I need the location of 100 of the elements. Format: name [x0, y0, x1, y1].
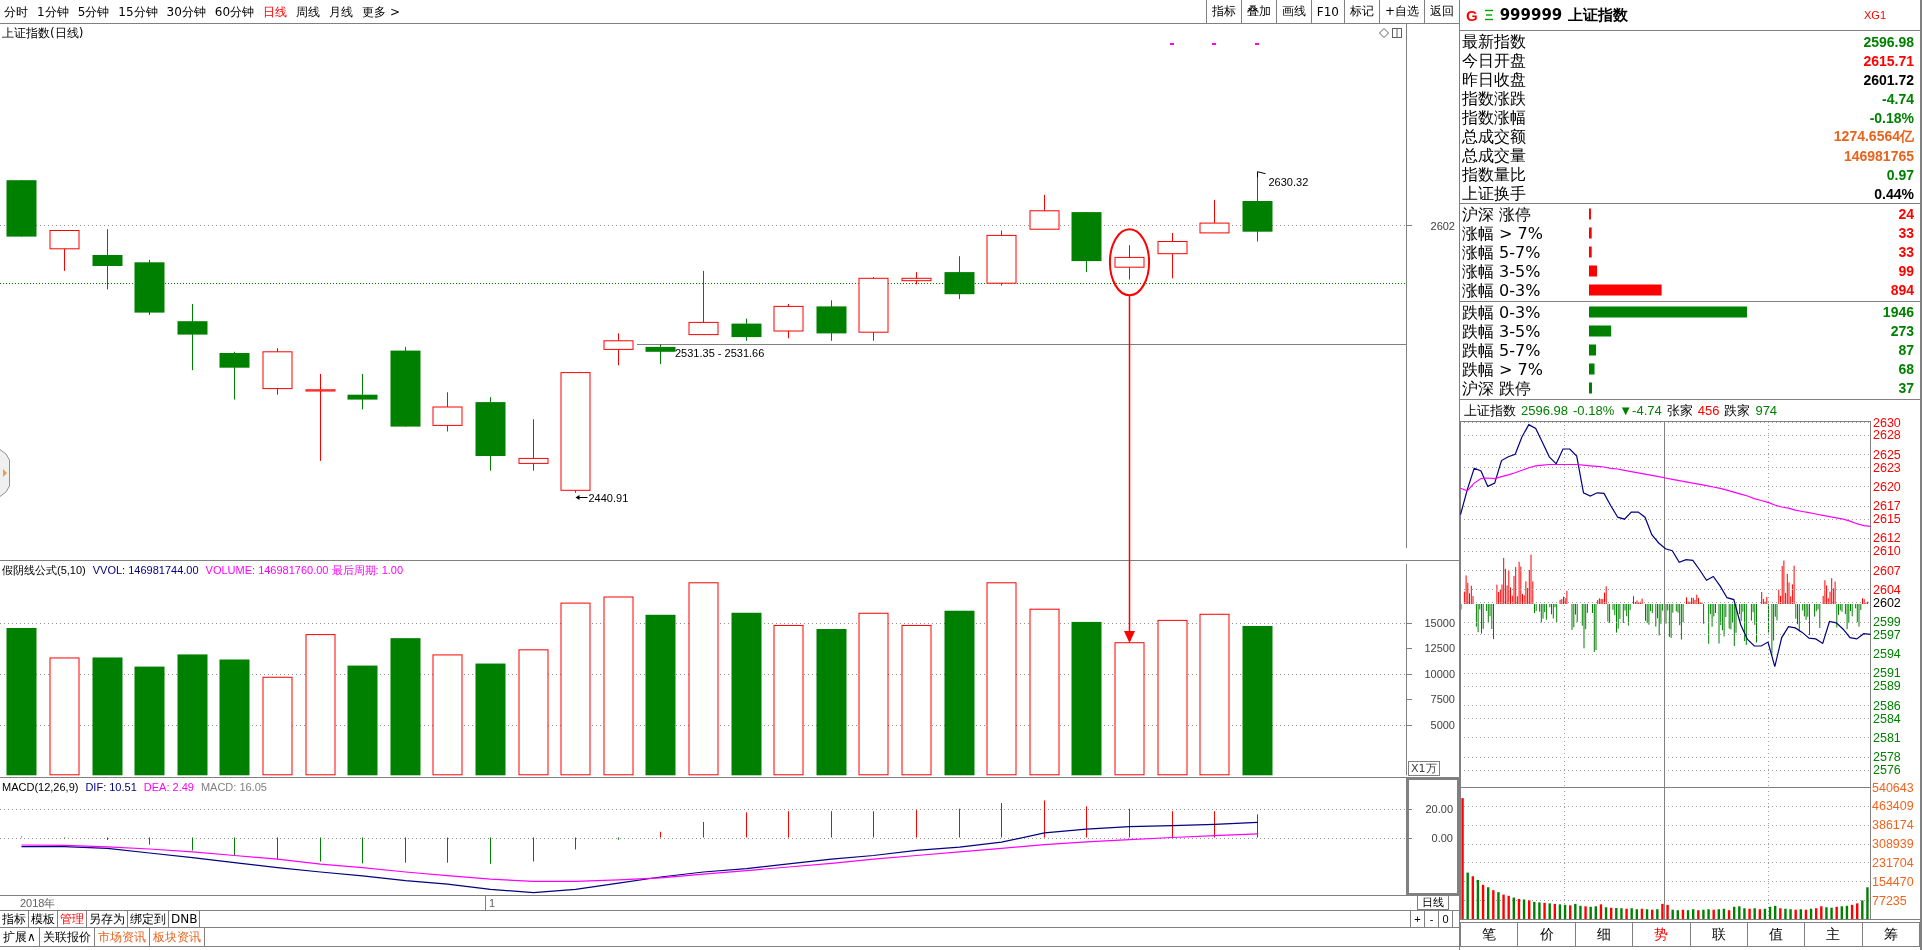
breadth-count: 894: [1890, 282, 1914, 298]
stat-value: 1274.6564亿: [1833, 127, 1914, 146]
breadth-count: 33: [1898, 244, 1914, 260]
breadth-label: 涨幅 > 7%: [1462, 224, 1543, 243]
stat-label: 昨日收盘: [1462, 70, 1526, 89]
stat-value: 2615.71: [1863, 52, 1914, 69]
axis-label: 5000: [1430, 718, 1455, 731]
axis-label: 2578: [1873, 750, 1901, 765]
axis-label: 2625: [1873, 447, 1901, 462]
quote-summary: 跌家: [1724, 401, 1751, 420]
security-title: 999999 上证指数: [1499, 5, 1628, 25]
quote-summary: 974: [1755, 403, 1778, 418]
axis-label: 7500: [1430, 693, 1455, 706]
quote-summary: -0.18%: [1573, 403, 1615, 418]
indicator-legend: 假阴线公式(5,10): [2, 564, 86, 577]
axis-label: 10000: [1424, 667, 1455, 680]
axis-label: 2612: [1873, 531, 1901, 546]
market-letter: G: [1466, 6, 1478, 24]
period-label: 日线: [1417, 896, 1449, 910]
axis-label: 2597: [1873, 627, 1901, 642]
breadth-label: 涨幅 5-7%: [1462, 243, 1541, 262]
axis-label: 2620: [1873, 479, 1901, 494]
breadth-label: 涨幅 0-3%: [1462, 281, 1541, 300]
breadth-label: 跌幅 5-7%: [1462, 341, 1541, 360]
stat-label: 今日开盘: [1462, 51, 1526, 70]
breadth-label: 跌幅 > 7%: [1462, 360, 1543, 379]
date-label: 2018年: [20, 896, 56, 910]
breadth-count: 87: [1898, 342, 1914, 358]
price-label: 2531.35 - 2531.66: [675, 347, 765, 359]
quote-summary: 456: [1697, 403, 1720, 418]
axis-label: 2576: [1873, 763, 1901, 777]
stat-label: 总成交额: [1462, 127, 1526, 146]
stat-value: 2596.98: [1863, 33, 1914, 50]
date-label: 1: [489, 896, 496, 910]
axis-label: 540643: [1872, 780, 1914, 795]
stat-value: 0.97: [1886, 166, 1914, 183]
quote-summary: ▼-4.74: [1619, 403, 1662, 418]
stat-label: 总成交量: [1462, 146, 1526, 165]
indicator-legend: DEA: 2.49: [143, 781, 194, 794]
axis-label: 386174: [1872, 818, 1914, 833]
axis-label: 308939: [1872, 837, 1914, 852]
signal-tag: XG1: [1864, 9, 1886, 21]
axis-label: 2584: [1873, 711, 1901, 726]
axis-label: 2602: [1873, 595, 1901, 610]
axis-label: 231704: [1872, 855, 1914, 870]
breadth-label: 跌幅 3-5%: [1462, 322, 1541, 341]
chart-title: 上证指数(日线): [2, 26, 84, 41]
stat-value: 0.44%: [1874, 185, 1914, 202]
breadth-label: 跌幅 0-3%: [1462, 303, 1541, 322]
axis-label: 77235: [1872, 893, 1907, 908]
axis-label: 2599: [1873, 615, 1901, 629]
breadth-count: 33: [1898, 225, 1914, 241]
axis-label: 20.00: [1425, 802, 1453, 815]
axis-label: 463409: [1872, 799, 1914, 814]
indicator-legend: MACD(12,26,9): [2, 781, 79, 794]
stat-value: 2601.72: [1863, 71, 1914, 88]
axis-label: 154470: [1872, 874, 1914, 889]
indicator-legend: VVOL: 146981744.00: [92, 564, 199, 577]
breadth-count: 273: [1890, 323, 1914, 339]
axis-label: 15000: [1424, 616, 1455, 629]
axis-label: 2604: [1873, 582, 1901, 597]
axis-label: 2623: [1873, 460, 1901, 475]
breadth-label: 沪深 涨停: [1462, 205, 1532, 224]
price-label: 2630.32: [1268, 176, 1309, 188]
indicator-legend: MACD: 16.05: [200, 781, 267, 794]
stat-label: 指数涨幅: [1462, 108, 1526, 127]
breadth-label: 涨幅 3-5%: [1462, 262, 1541, 281]
stat-value: 146981765: [1843, 147, 1914, 164]
axis-label: 2607: [1873, 563, 1901, 578]
axis-label: 2591: [1873, 666, 1901, 681]
stat-label: 上证换手: [1462, 184, 1526, 203]
stat-value: -0.18%: [1869, 109, 1914, 126]
breadth-count: 1946: [1882, 304, 1914, 320]
quote-summary: 2596.98: [1521, 403, 1568, 418]
stat-label: 指数涨跌: [1462, 89, 1526, 108]
stat-value: -4.74: [1882, 90, 1914, 107]
stat-label: 最新指数: [1462, 32, 1526, 51]
breadth-count: 68: [1898, 361, 1914, 377]
indicator-legend: VOLUME: 146981760.00 最后周期: 1.00: [205, 564, 404, 577]
axis-label: 0.00: [1431, 831, 1453, 844]
axis-label: 12500: [1424, 642, 1455, 655]
axis-label: 2630: [1873, 415, 1901, 430]
breadth-count: 37: [1898, 380, 1914, 396]
axis-label: 2628: [1873, 428, 1901, 443]
axis-label: 2602: [1430, 219, 1455, 232]
axis-label: 2615: [1873, 512, 1901, 527]
unit-label: X1万: [1408, 761, 1440, 776]
axis-label: 2610: [1873, 544, 1901, 559]
price-label: 2440.91: [588, 492, 629, 504]
axis-label: 2594: [1873, 647, 1901, 662]
axis-label: 2617: [1873, 499, 1901, 514]
axis-label: 2581: [1873, 730, 1901, 745]
breadth-label: 沪深 跌停: [1462, 379, 1532, 398]
breadth-count: 99: [1898, 263, 1914, 279]
breadth-count: 24: [1898, 206, 1914, 222]
stat-label: 指数量比: [1462, 165, 1526, 184]
axis-label: 2589: [1873, 679, 1901, 694]
indicator-legend: DIF: 10.51: [85, 781, 137, 794]
axis-label: 2586: [1873, 698, 1901, 713]
quote-summary: 张家: [1666, 401, 1693, 420]
